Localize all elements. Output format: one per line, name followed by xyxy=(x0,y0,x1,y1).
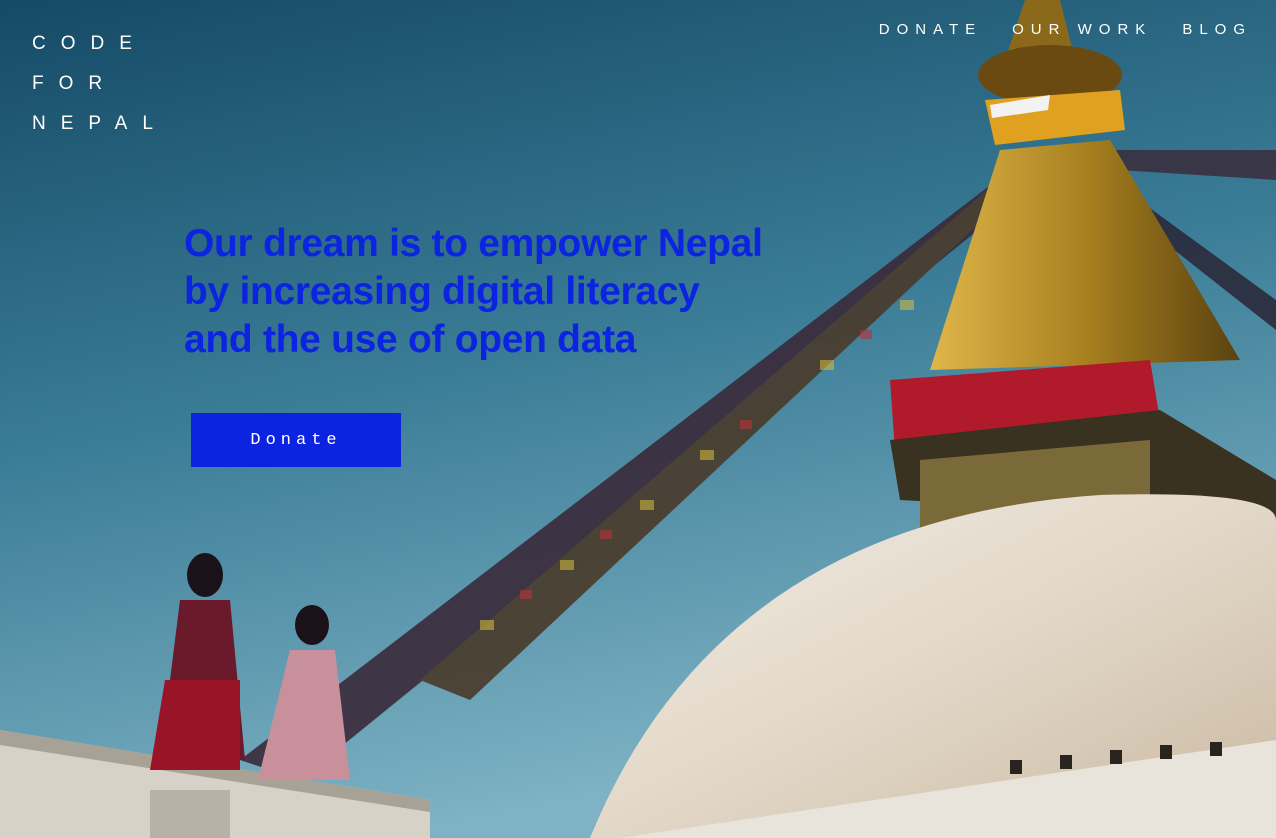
site-logo[interactable]: CODE FOR NEPAL xyxy=(32,24,168,144)
headline-line-2: by increasing digital literacy xyxy=(184,270,700,313)
nav-item-our-work[interactable]: OUR WORK xyxy=(1012,20,1152,40)
logo-line-for: FOR xyxy=(32,73,118,94)
headline-line-3: and the use of open data xyxy=(184,318,637,361)
logo-line-nepal: NEPAL xyxy=(32,113,168,134)
top-nav: DONATE OUR WORK BLOG xyxy=(879,20,1252,40)
headline-line-1: Our dream is to empower Nepal xyxy=(184,222,763,265)
logo-line-code: CODE xyxy=(32,33,147,54)
hero-headline: Our dream is to empower Nepal by increas… xyxy=(184,220,824,364)
nav-item-donate[interactable]: DONATE xyxy=(879,20,982,40)
nav-item-blog[interactable]: BLOG xyxy=(1182,20,1252,40)
donate-button[interactable]: Donate xyxy=(191,413,401,467)
